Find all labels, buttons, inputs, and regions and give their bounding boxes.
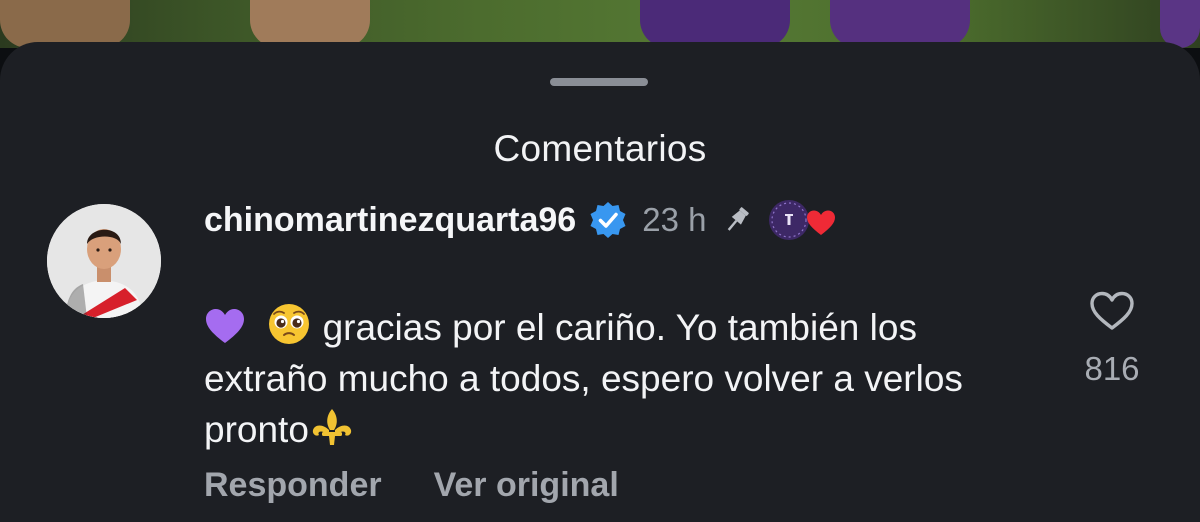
avatar[interactable] — [47, 204, 161, 318]
username[interactable]: chinomartinezquarta96 — [204, 201, 576, 240]
pleading-face-icon — [269, 304, 310, 344]
photo-detail — [830, 0, 970, 48]
comment-header: chinomartinezquarta96 23 h — [204, 195, 836, 245]
post-image-background — [0, 0, 1200, 48]
comment-timestamp: 23 h — [642, 201, 707, 238]
verified-badge-icon — [590, 202, 626, 238]
pin-icon — [728, 207, 750, 231]
sheet-title: Comentarios — [493, 128, 707, 169]
fleur-de-lis-icon — [312, 409, 352, 445]
heart-reaction-icon — [807, 210, 836, 235]
like-count: 816 — [1084, 350, 1140, 387]
comments-screen: Comentarios chinomartinezquarta96 23 h g… — [0, 0, 1200, 522]
like-control: 816 — [1082, 290, 1142, 388]
comment-actions: Responder Ver original — [204, 466, 619, 505]
reply-button[interactable]: Responder — [204, 466, 382, 505]
photo-detail — [250, 0, 370, 48]
like-heart-icon[interactable] — [1088, 290, 1136, 332]
photo-detail — [640, 0, 790, 48]
creator-liked-badge — [768, 199, 836, 241]
photo-detail — [0, 0, 130, 48]
purple-heart-icon — [206, 309, 244, 343]
comment-text: gracias por el cariño. Yo también los ex… — [204, 302, 1024, 455]
avatar-image — [47, 204, 161, 318]
drag-handle[interactable] — [550, 78, 648, 86]
see-original-button[interactable]: Ver original — [434, 466, 619, 505]
photo-detail — [1160, 0, 1200, 48]
